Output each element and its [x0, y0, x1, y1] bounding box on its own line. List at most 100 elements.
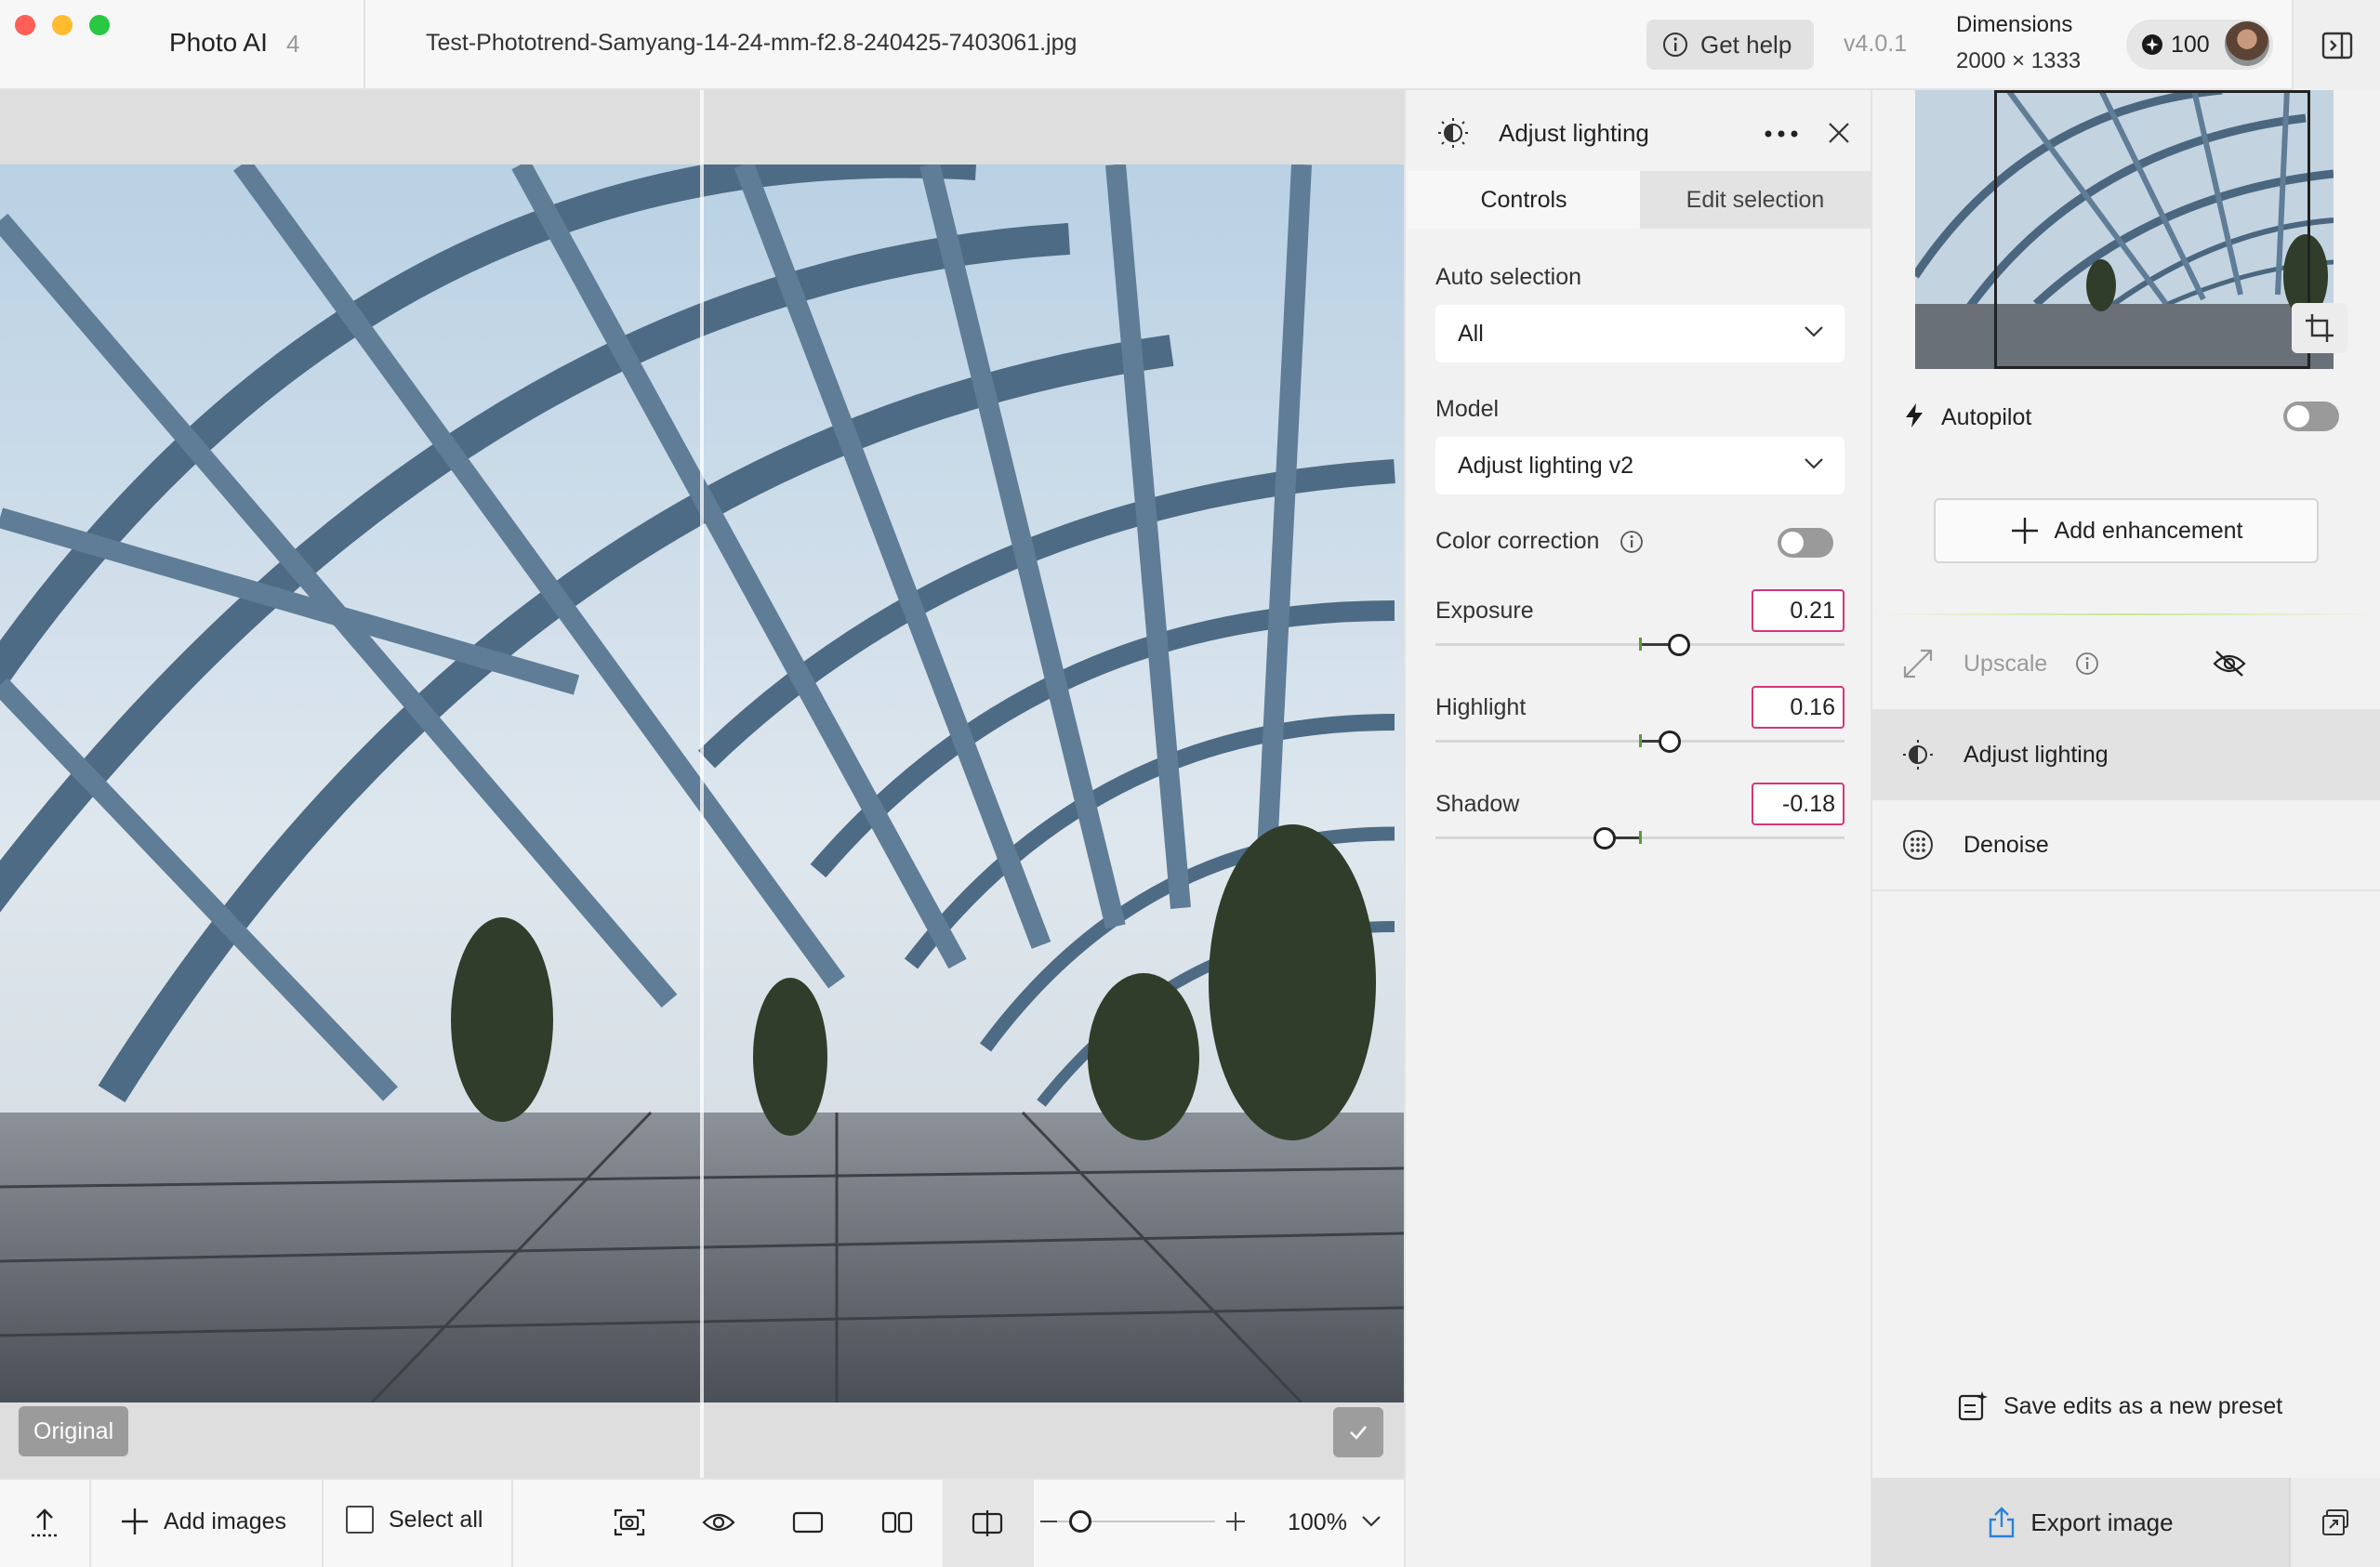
model-label: Model — [1435, 396, 1500, 422]
model-dropdown[interactable]: Adjust lighting v2 — [1435, 437, 1844, 494]
enhancement-upscale[interactable]: Upscale — [1872, 618, 2380, 709]
file-name: Test-Phototrend-Samyang-14-24-mm-f2.8-24… — [426, 30, 1078, 56]
denoise-grid-icon — [1902, 829, 1934, 861]
autopilot-progress-line — [1872, 613, 2380, 615]
model-value: Adjust lighting v2 — [1458, 452, 1634, 479]
shadow-default-marker — [1639, 831, 1642, 844]
save-preset-label: Save edits as a new preset — [2003, 1392, 2283, 1419]
zoom-level[interactable]: 100% — [1288, 1509, 1347, 1536]
save-preset-button[interactable]: Save edits as a new preset — [1957, 1390, 2282, 1422]
shadow-label: Shadow — [1435, 791, 1520, 817]
color-correction-toggle[interactable] — [1778, 528, 1833, 558]
toolbar-divider — [89, 1478, 91, 1567]
check-icon — [1346, 1420, 1370, 1444]
panel-title: Adjust lighting — [1499, 119, 1649, 147]
single-view-icon[interactable] — [792, 1511, 824, 1534]
upload-icon[interactable] — [28, 1506, 61, 1539]
highlight-label: Highlight — [1435, 694, 1527, 720]
info-icon[interactable] — [1620, 530, 1644, 554]
info-icon[interactable] — [2075, 652, 2099, 676]
window-close-button[interactable] — [15, 15, 35, 35]
enhancement-denoise[interactable]: Denoise — [1872, 800, 2380, 891]
dimensions-value: 2000 × 1333 — [1956, 48, 2082, 73]
auto-selection-dropdown[interactable]: All — [1435, 305, 1844, 362]
titlebar-divider — [364, 0, 365, 90]
add-enhancement-label: Add enhancement — [2054, 517, 2243, 544]
zoom-slider-thumb[interactable] — [1069, 1510, 1091, 1533]
exposure-value-input[interactable]: 0.21 — [1752, 589, 1844, 632]
chevron-down-icon[interactable] — [1361, 1515, 1382, 1528]
highlight-default-marker — [1639, 734, 1642, 747]
close-icon[interactable] — [1828, 122, 1850, 144]
sidebar-toggle-button[interactable] — [2292, 0, 2380, 90]
zoom-in-icon[interactable] — [1225, 1511, 1246, 1532]
checkbox-box — [346, 1506, 374, 1534]
toolbar-divider — [322, 1478, 324, 1567]
upscale-label: Upscale — [1964, 650, 2048, 677]
window-minimize-button[interactable] — [52, 15, 73, 35]
toolbar-divider — [1032, 1478, 1034, 1567]
select-all-label: Select all — [389, 1506, 483, 1533]
add-images-button[interactable]: Add images — [119, 1506, 286, 1537]
eye-icon[interactable] — [702, 1510, 735, 1534]
avatar[interactable] — [2225, 21, 2269, 66]
get-help-button[interactable]: Get help — [1646, 20, 1814, 70]
comparison-split-handle[interactable] — [700, 90, 704, 1478]
shadow-value-input[interactable]: -0.18 — [1752, 783, 1844, 825]
original-label: Original — [19, 1406, 129, 1456]
app-version-badge: 4 — [286, 30, 300, 58]
lighting-icon — [1437, 117, 1469, 149]
save-preset-icon — [1957, 1390, 1989, 1422]
crop-button[interactable] — [2292, 303, 2347, 353]
denoise-label: Denoise — [1964, 831, 2049, 858]
enhancement-adjust-lighting[interactable]: Adjust lighting — [1872, 709, 2380, 800]
expand-arrows-icon — [1902, 648, 1934, 679]
eye-off-icon[interactable] — [2213, 650, 2246, 678]
export-settings-button[interactable] — [2289, 1478, 2380, 1567]
select-all-checkbox[interactable]: Select all — [346, 1506, 483, 1534]
get-help-label: Get help — [1700, 30, 1792, 59]
credit-coin-icon — [2141, 33, 2163, 56]
add-enhancement-button[interactable]: Add enhancement — [1934, 498, 2319, 563]
lighting-icon — [1902, 739, 1934, 770]
tab-edit-selection[interactable]: Edit selection — [1640, 171, 1871, 229]
credits-count: 100 — [2171, 31, 2210, 58]
tab-controls[interactable]: Controls — [1408, 171, 1640, 229]
screenshot-icon[interactable] — [614, 1508, 645, 1537]
dimensions-label: Dimensions — [1956, 12, 2073, 37]
highlight-slider-thumb[interactable] — [1659, 731, 1681, 753]
autopilot-label: Autopilot — [1941, 404, 2032, 430]
chevron-down-icon — [1804, 325, 1824, 338]
plus-icon — [2010, 516, 2040, 546]
crop-icon — [2305, 313, 2334, 343]
more-options-icon[interactable] — [1765, 130, 1798, 138]
add-images-label: Add images — [164, 1508, 287, 1534]
exposure-default-marker — [1639, 638, 1642, 651]
info-icon — [1661, 31, 1689, 59]
chevron-down-icon — [1804, 457, 1824, 470]
exposure-label: Exposure — [1435, 598, 1534, 624]
adjust-lighting-label: Adjust lighting — [1964, 741, 2109, 768]
zoom-out-icon[interactable] — [1039, 1515, 1058, 1528]
export-settings-icon — [2320, 1508, 2350, 1537]
shadow-slider-thumb[interactable] — [1593, 827, 1616, 849]
color-correction-label: Color correction — [1435, 528, 1600, 554]
app-name: Photo AI — [169, 28, 268, 57]
exposure-slider-thumb[interactable] — [1668, 634, 1690, 656]
app-version: v4.0.1 — [1844, 31, 1908, 57]
side-by-side-icon[interactable] — [881, 1511, 913, 1534]
share-export-icon — [1988, 1507, 2016, 1538]
auto-selection-value: All — [1458, 320, 1484, 347]
plus-icon — [119, 1506, 151, 1537]
apply-check-button[interactable] — [1333, 1407, 1383, 1457]
window-zoom-button[interactable] — [89, 15, 110, 35]
split-view-button[interactable] — [943, 1480, 1032, 1567]
export-image-button[interactable]: Export image — [1872, 1478, 2289, 1567]
autopilot-toggle[interactable] — [2283, 402, 2339, 431]
split-view-icon — [972, 1509, 1003, 1537]
viewport-frame[interactable] — [1994, 90, 2310, 369]
auto-selection-label: Auto selection — [1435, 264, 1582, 290]
highlight-value-input[interactable]: 0.16 — [1752, 686, 1844, 729]
export-image-label: Export image — [2030, 1508, 2174, 1536]
toolbar-divider — [511, 1478, 513, 1567]
